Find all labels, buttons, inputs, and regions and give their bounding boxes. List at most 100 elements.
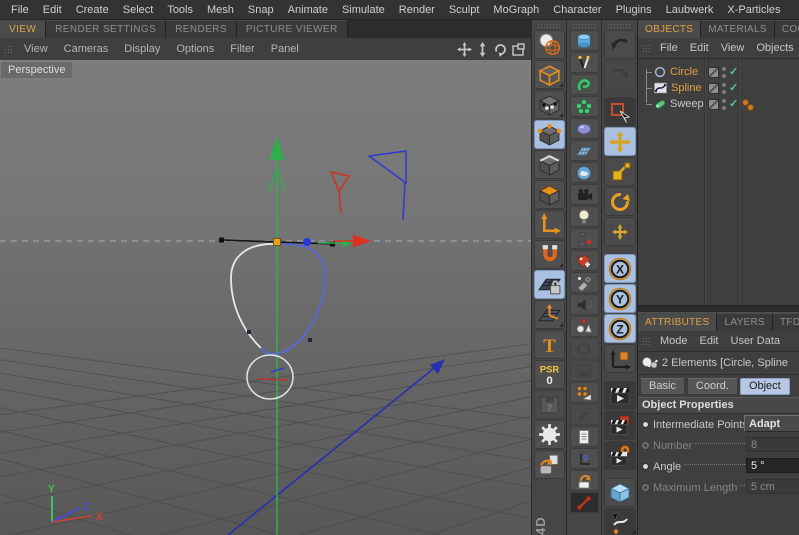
spline-pen-button[interactable] xyxy=(569,52,599,73)
redo-button[interactable] xyxy=(603,60,636,89)
disabled-command-b-button[interactable] xyxy=(569,360,599,381)
tab-renders[interactable]: RENDERS xyxy=(166,20,237,38)
tab-attributes[interactable]: ATTRIBUTES xyxy=(638,313,718,331)
sweep-button[interactable] xyxy=(569,74,599,95)
scale-tool-button[interactable] xyxy=(603,157,636,186)
objmenu-view[interactable]: View xyxy=(715,42,751,54)
selected-point[interactable] xyxy=(273,238,281,246)
section-tab-basic[interactable]: Basic xyxy=(640,377,685,395)
intermediate-points-dropdown[interactable]: Adapt xyxy=(744,415,799,432)
menu-tools[interactable]: Tools xyxy=(160,4,200,16)
number-field[interactable]: 8 xyxy=(746,437,799,452)
enabled-checkmark[interactable]: ✓ xyxy=(729,98,738,110)
drag-grip-icon[interactable] xyxy=(642,43,651,53)
object-tag-dot[interactable] xyxy=(747,104,754,111)
tab-layers[interactable]: LAYERS xyxy=(717,313,774,331)
null-object-button[interactable] xyxy=(569,316,599,337)
menu-edit[interactable]: Edit xyxy=(36,4,69,16)
menu-mograph[interactable]: MoGraph xyxy=(486,4,546,16)
render-picture-viewer-button[interactable] xyxy=(603,411,636,440)
drag-grip-icon[interactable] xyxy=(642,336,651,346)
workplane-button[interactable] xyxy=(533,300,565,329)
layer-toggle[interactable] xyxy=(708,98,719,110)
tab-coordinates[interactable]: COO xyxy=(774,20,799,38)
folder-arrow-button[interactable] xyxy=(569,470,599,491)
objmenu-file[interactable]: File xyxy=(654,42,684,54)
layer-toggle[interactable] xyxy=(708,82,719,94)
xpresso-button[interactable] xyxy=(569,272,599,293)
psr-button[interactable]: PSR 0 xyxy=(533,360,565,389)
attrmenu-mode[interactable]: Mode xyxy=(654,335,694,347)
menu-file[interactable]: File xyxy=(4,4,36,16)
tangent-point-blue[interactable] xyxy=(303,238,311,246)
axis-zero-button[interactable]: 0 xyxy=(569,448,599,469)
menu-create[interactable]: Create xyxy=(69,4,116,16)
polygon-mode-button[interactable] xyxy=(533,180,565,209)
cube-primitive-button[interactable] xyxy=(603,478,636,534)
sound-button[interactable] xyxy=(569,294,599,315)
spline-pen-tool-button[interactable] xyxy=(603,508,636,535)
save-state-button[interactable]: ? xyxy=(533,390,565,419)
object-label[interactable]: Circle xyxy=(670,66,698,78)
maximum-length-field[interactable]: 5 cm xyxy=(746,479,799,494)
object-row-spline[interactable]: Spline ✓ xyxy=(638,80,799,96)
coordinate-system-button[interactable] xyxy=(603,344,636,373)
panel-divider[interactable] xyxy=(638,305,799,313)
menu-snap[interactable]: Snap xyxy=(241,4,281,16)
property-bullet[interactable] xyxy=(642,463,649,470)
live-selection-button[interactable] xyxy=(603,97,636,534)
vpmenu-cameras[interactable]: Cameras xyxy=(56,43,117,55)
spline-point-left[interactable] xyxy=(247,330,251,334)
sky-button[interactable] xyxy=(569,162,599,183)
object-label[interactable]: Spline xyxy=(671,82,702,94)
modeling-settings-button[interactable] xyxy=(533,420,565,449)
objmenu-objects[interactable]: Objects xyxy=(750,42,799,54)
vpmenu-filter[interactable]: Filter xyxy=(222,43,262,55)
spline-point-right[interactable] xyxy=(308,338,312,342)
section-tab-object[interactable]: Object xyxy=(739,377,790,395)
objmenu-edit[interactable]: Edit xyxy=(684,42,715,54)
workplane-lock-button[interactable] xyxy=(533,270,565,299)
texture-button[interactable]: T xyxy=(533,330,565,359)
texture-mode-button[interactable] xyxy=(533,90,565,119)
tag-button[interactable] xyxy=(569,250,599,271)
menu-simulate[interactable]: Simulate xyxy=(335,4,392,16)
object-label[interactable]: Sweep xyxy=(670,98,704,110)
disabled-command-a-button[interactable] xyxy=(569,338,599,359)
render-settings-button[interactable] xyxy=(603,441,636,470)
x-axis-lock-button[interactable]: X xyxy=(603,254,636,283)
tab-materials[interactable]: MATERIALS xyxy=(701,20,775,38)
rotate-tool-button[interactable] xyxy=(603,187,636,216)
group-header[interactable]: Object Properties xyxy=(638,397,799,414)
bone-button[interactable] xyxy=(569,492,599,513)
rotate-icon[interactable] xyxy=(493,42,508,57)
object-row-sweep[interactable]: Sweep ✓ xyxy=(638,96,799,112)
menu-select[interactable]: Select xyxy=(116,4,161,16)
hand-copy-button[interactable] xyxy=(533,450,565,479)
property-bullet[interactable] xyxy=(642,421,649,428)
model-mode-button[interactable] xyxy=(533,60,565,89)
move-tool-button[interactable] xyxy=(603,127,636,156)
visibility-dots[interactable] xyxy=(722,66,726,78)
array-button[interactable] xyxy=(569,96,599,117)
pan-icon[interactable] xyxy=(457,41,472,57)
menu-animate[interactable]: Animate xyxy=(281,4,335,16)
floor-button[interactable] xyxy=(569,140,599,161)
menu-plugins[interactable]: Plugins xyxy=(609,4,659,16)
property-bullet[interactable] xyxy=(642,484,649,491)
camera-button[interactable] xyxy=(569,184,599,205)
camera-label[interactable]: Perspective xyxy=(1,62,73,78)
angle-field[interactable]: 5 ° xyxy=(746,458,799,473)
object-row-circle[interactable]: Circle ✓ xyxy=(638,64,799,80)
render-view-button[interactable] xyxy=(603,381,636,410)
cylinder-button[interactable] xyxy=(569,30,599,51)
z-axis-lock-button[interactable]: Z xyxy=(603,314,636,343)
points-mode-button[interactable] xyxy=(533,120,565,149)
make-editable-button[interactable] xyxy=(533,30,565,59)
tab-view[interactable]: VIEW xyxy=(0,20,47,38)
drag-grip-icon[interactable] xyxy=(4,44,13,54)
vpmenu-panel[interactable]: Panel xyxy=(263,43,307,55)
menu-sculpt[interactable]: Sculpt xyxy=(442,4,487,16)
character-button[interactable] xyxy=(569,228,599,249)
enable-axis-button[interactable] xyxy=(533,210,565,239)
